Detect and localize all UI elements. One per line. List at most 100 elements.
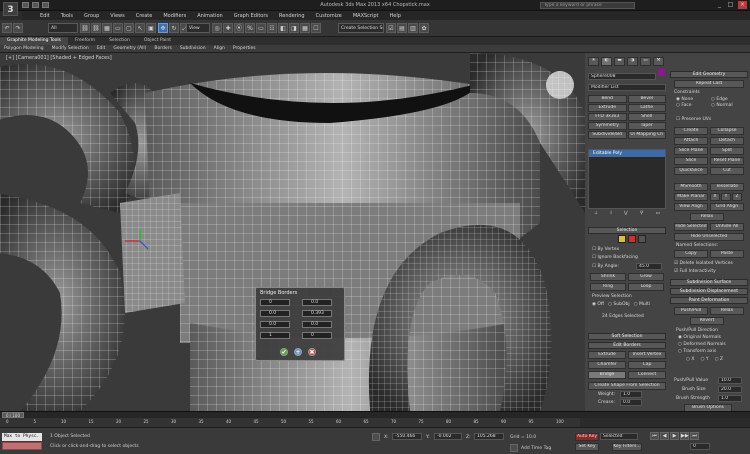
grow-button[interactable]: Grow [628,273,664,281]
modifier-bevel-button[interactable]: Bevel [627,95,666,103]
previous-frame-icon[interactable]: ◀ [660,432,669,440]
remove-modifier-icon[interactable]: ⚲ [640,211,643,216]
time-slider[interactable]: 0 / 100 [0,411,750,418]
paste-button[interactable]: Paste [710,250,744,258]
weight-field[interactable]: 1.0 [620,391,642,398]
attach-button[interactable]: Attach [674,137,708,145]
menu-help[interactable]: Help [390,13,401,19]
minimize-button[interactable]: _ [715,1,724,9]
crease-field[interactable]: 0.0 [620,399,642,406]
caddy-taper-field[interactable]: 0.0 [302,299,332,306]
modifier-symmetry-button[interactable]: Symmetry [588,122,627,130]
ribbon-item-modify-selection[interactable]: Modify Selection [48,46,93,51]
quick-access-new-icon[interactable] [22,2,29,8]
ribbon-item-polygon-modeling[interactable]: Polygon Modeling [0,46,48,51]
push-pull-button[interactable]: Push/Pull [674,307,708,315]
redo-icon[interactable]: ↷ [13,23,23,33]
make-unique-icon[interactable]: ⋁ [624,211,628,216]
menu-customize[interactable]: Customize [316,13,342,19]
hide-selected-button[interactable]: Hide Selected [674,223,708,231]
insert-vertex-button[interactable]: Insert Vertex [628,351,666,359]
reference-coordinate-dropdown[interactable]: View [186,23,210,33]
border-mode-icon[interactable] [638,235,646,243]
preview-option-subobj[interactable]: ○ SubObj [608,302,630,307]
pivot-icon[interactable]: ◎ [212,23,222,33]
bind-icon[interactable]: ▦ [102,23,112,33]
named-selection-dropdown[interactable]: Create Selection Se [338,23,384,33]
menu-group[interactable]: Group [84,13,99,19]
next-frame-icon[interactable]: ▶▶ [680,432,689,440]
z-coordinate-field[interactable]: 105.268 [474,433,504,440]
align-icon[interactable]: ◨ [289,23,299,33]
axis-z[interactable]: ○ Z [715,357,723,362]
extrude-button[interactable]: Extrude [588,351,626,359]
utilities-tab-icon[interactable]: ⚒ [653,57,664,66]
menu-rendering[interactable]: Rendering [279,13,305,19]
brush-strength-field[interactable]: 1.0 [718,395,742,402]
relax-paint-button[interactable]: Relax [710,307,744,315]
pin-stack-icon[interactable]: ⊥ [594,211,598,216]
move-icon[interactable]: ✥ [158,23,168,33]
ring-button[interactable]: Ring [590,283,626,291]
stack-item-editable-poly[interactable]: Editable Poly [589,150,665,157]
key-mode-dropdown[interactable]: Selected [600,433,638,440]
constraint-edge[interactable]: ○ Edge [711,97,746,102]
maximize-button[interactable]: □ [726,1,735,9]
preserve-uvs-checkbox[interactable]: ☐ Preserve UVs [676,117,711,122]
object-name-field[interactable]: Sphere008 [588,73,656,80]
snap-icon[interactable]: ⦿ [234,23,244,33]
modifier-ui-mapping-ch-button[interactable]: Ui Mapping Ch [627,131,666,139]
menu-create[interactable]: Create [136,13,153,19]
lock-selection-icon[interactable] [372,433,380,441]
preview-option-multi[interactable]: ○ Multi [634,302,650,307]
spinner-snap-icon[interactable]: ▭ [256,23,266,33]
cut-button[interactable]: Cut [710,167,744,175]
connect-button[interactable]: Connect [628,371,666,379]
split-button[interactable]: Split [710,147,744,155]
caddy-twist2-field[interactable]: 0.0 [302,321,332,328]
modifier-list-dropdown[interactable]: Modifier List [588,84,666,91]
y-coordinate-field[interactable]: -0.002 [434,433,462,440]
bridge-button[interactable]: Bridge [588,371,626,379]
soft-selection-rollout-header[interactable]: Soft Selection [588,333,666,340]
render-icon[interactable]: ✿ [419,23,429,33]
display-tab-icon[interactable]: ▭ [640,57,651,66]
delete-isolated-checkbox[interactable]: ☑ Delete Isolated Vertices [674,261,733,266]
unlink-icon[interactable]: ⛓ [91,23,101,33]
select-icon[interactable]: ▭ [113,23,123,33]
quick-access-open-icon[interactable] [32,2,39,8]
current-frame-field[interactable]: 0 [690,443,710,450]
ribbon-item-subdivision[interactable]: Subdivision [176,46,210,51]
layer-icon[interactable]: ▦ [300,23,310,33]
tessellate-button[interactable]: Tessellate [710,183,744,191]
edge-mode-icon[interactable] [628,235,636,243]
ribbon-tab-graphite-modeling-tools[interactable]: Graphite Modeling Tools [0,37,69,45]
select-region-icon[interactable]: ↖ [135,23,145,33]
hierarchy-tab-icon[interactable]: ▬ [614,57,625,66]
detach-button[interactable]: Detach [710,137,744,145]
create-shape-button[interactable]: Create Shape From Selection [588,382,666,390]
constraint-none[interactable]: ◉ None [676,97,711,102]
preview-option-off[interactable]: ◉ Off [592,302,604,307]
caddy-smooth-field[interactable]: 0.393 [302,310,332,317]
maxscript-listener-input[interactable]: Max to Physc. [2,433,42,441]
modifier-extrude-button[interactable]: Extrude [588,104,627,112]
caddy-segments-field[interactable]: 0 [260,299,290,306]
viewport-label[interactable]: [+] [Camera001] [Shaded + Edged Faces] [6,55,112,61]
menu-edit[interactable]: Edit [40,13,50,19]
ribbon-tab-selection[interactable]: Selection [102,37,137,45]
caddy-bias-field[interactable]: 0.0 [260,310,290,317]
set-key-button[interactable]: Set Key [575,443,599,451]
modifier-subdivide-bd-button[interactable]: Subdivide/Bd [588,131,627,139]
push-pull-value-field[interactable]: 10.0 [718,377,742,384]
slice-button[interactable]: Slice [674,157,708,165]
undo-icon[interactable]: ↶ [2,23,12,33]
caddy-cancel-button[interactable]: ✖ [308,348,316,356]
loop-button[interactable]: Loop [628,283,664,291]
add-time-tag-icon[interactable] [510,444,518,452]
chamfer-button[interactable]: Chamfer [588,361,626,369]
grid-align-button[interactable]: Grid Align [710,203,744,211]
constraint-face[interactable]: ○ Face [676,103,711,108]
menu-views[interactable]: Views [110,13,124,19]
caddy-edge1-field[interactable]: 1 [260,332,290,339]
